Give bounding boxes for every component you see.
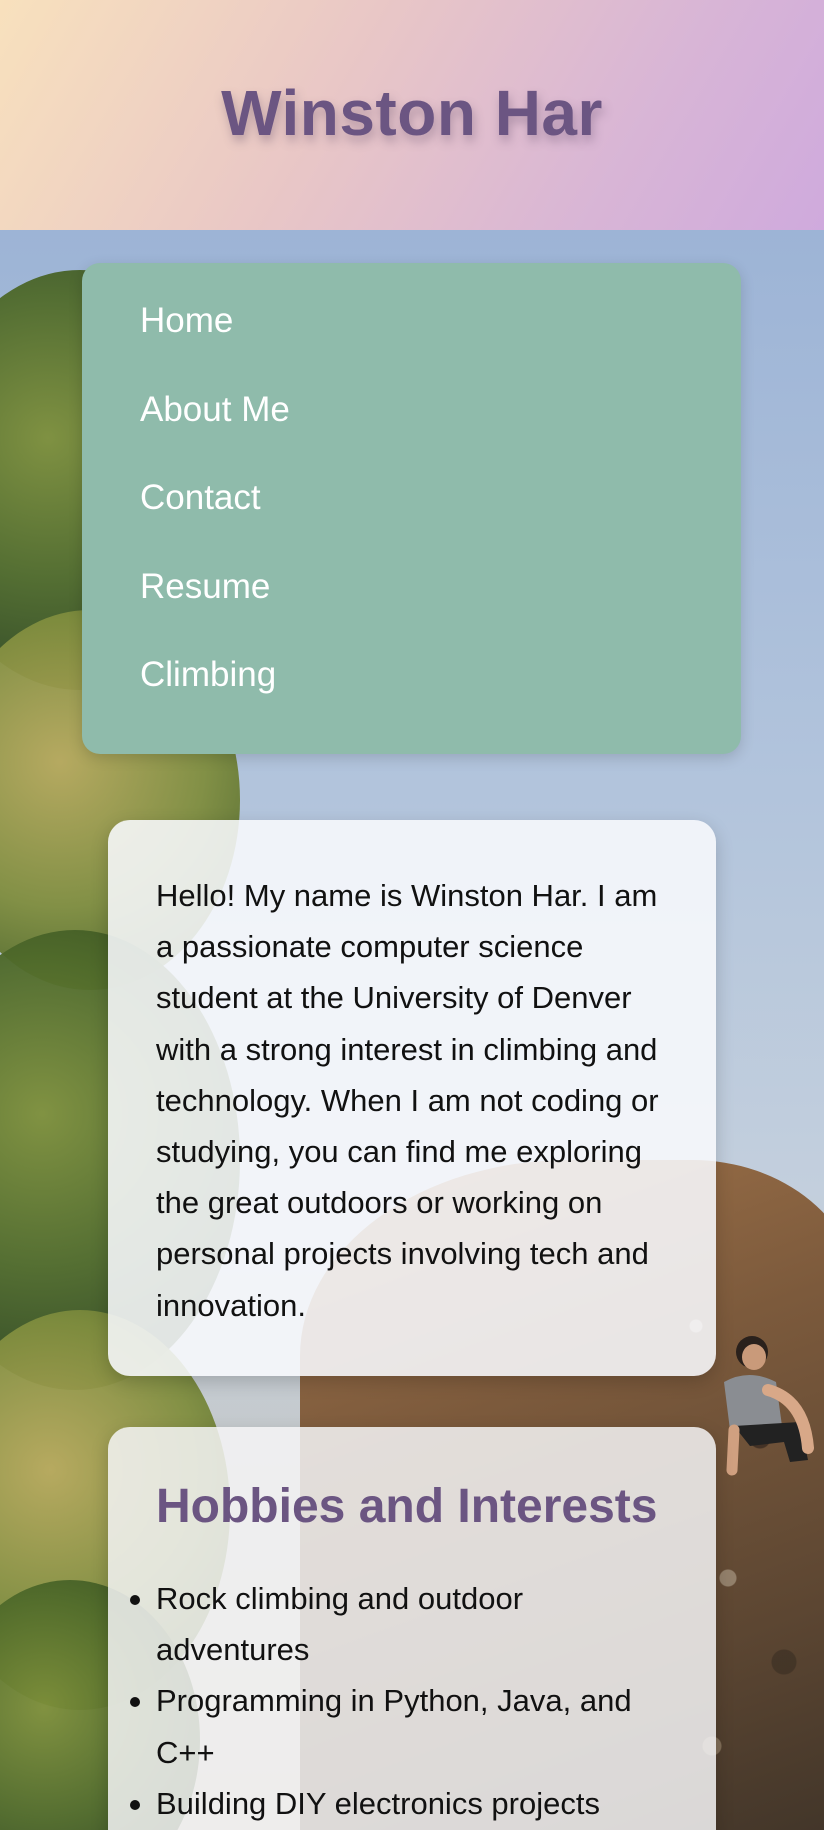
about-card: Hello! My name is Winston Har. I am a pa…: [108, 820, 716, 1376]
nav-link-about-me[interactable]: About Me: [140, 392, 290, 427]
hobbies-card: Hobbies and Interests Rock climbing and …: [108, 1427, 716, 1830]
nav-item-about: About Me: [140, 392, 741, 481]
site-title: Winston Har: [221, 77, 603, 149]
nav-link-climbing[interactable]: Climbing: [140, 657, 276, 692]
climber-figure: [724, 1336, 814, 1476]
about-text: Hello! My name is Winston Har. I am a pa…: [156, 878, 659, 1323]
main-nav: Home About Me Contact Resume Climbing: [82, 263, 741, 754]
hobby-item: Rock climbing and outdoor adventures: [130, 1573, 668, 1675]
hobbies-list: Rock climbing and outdoor adventures Pro…: [130, 1573, 668, 1829]
hobby-item: Building DIY electronics projects: [130, 1778, 668, 1829]
hobbies-heading: Hobbies and Interests: [156, 1480, 658, 1533]
site-header: Winston Har: [0, 0, 824, 230]
nav-item-contact: Contact: [140, 480, 741, 569]
nav-item-climbing: Climbing: [140, 657, 741, 746]
nav-list: Home About Me Contact Resume Climbing: [82, 263, 741, 746]
nav-item-home: Home: [140, 303, 741, 392]
nav-link-home[interactable]: Home: [140, 303, 233, 338]
nav-item-resume: Resume: [140, 569, 741, 658]
nav-link-resume[interactable]: Resume: [140, 569, 270, 604]
nav-link-contact[interactable]: Contact: [140, 480, 261, 515]
hobby-item: Programming in Python, Java, and C++: [130, 1675, 668, 1777]
